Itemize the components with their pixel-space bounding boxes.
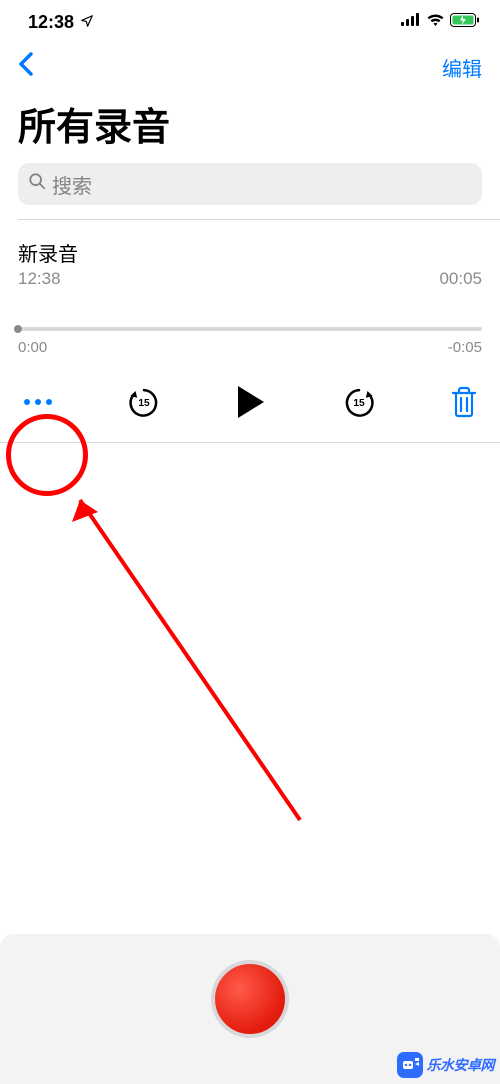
scrubber-thumb[interactable] <box>14 325 22 333</box>
wifi-icon <box>426 13 445 32</box>
search-placeholder: 搜索 <box>52 170 92 199</box>
skip-back-button[interactable]: 15 <box>127 385 161 419</box>
back-button[interactable] <box>18 52 34 82</box>
location-icon <box>80 12 94 33</box>
delete-button[interactable] <box>450 386 478 418</box>
watermark-text: 乐水安卓网 <box>427 1055 495 1075</box>
recording-duration: 00:05 <box>439 269 482 289</box>
playback-controls: 15 15 <box>0 362 500 442</box>
recording-meta: 12:38 00:05 <box>18 269 482 289</box>
recording-item[interactable]: 新录音 12:38 00:05 <box>0 220 500 289</box>
remaining-time: -0:05 <box>448 339 482 356</box>
page-title: 所有录音 <box>0 96 500 151</box>
recording-time: 12:38 <box>18 269 61 289</box>
status-time: 12:38 <box>28 12 74 33</box>
play-button[interactable] <box>235 384 267 420</box>
battery-icon <box>450 13 480 32</box>
elapsed-time: 0:00 <box>18 339 47 356</box>
recording-title: 新录音 <box>18 238 482 267</box>
scrubber-track[interactable] <box>18 327 482 331</box>
more-options-button[interactable] <box>24 399 52 405</box>
watermark-badge-icon <box>397 1052 423 1078</box>
cellular-icon <box>401 13 421 31</box>
search-container: 搜索 <box>0 151 500 219</box>
edit-button[interactable]: 编辑 <box>442 53 482 82</box>
play-icon <box>235 384 267 420</box>
status-left: 12:38 <box>28 12 94 33</box>
scrubber-labels: 0:00 -0:05 <box>18 339 482 356</box>
search-input[interactable]: 搜索 <box>18 163 482 205</box>
skip-forward-icon: 15 <box>342 385 376 419</box>
status-bar: 12:38 <box>0 0 500 44</box>
nav-bar: 编辑 <box>0 44 500 90</box>
record-button[interactable] <box>211 960 289 1038</box>
search-icon <box>28 172 46 196</box>
more-icon <box>24 399 52 405</box>
divider <box>0 442 500 443</box>
svg-text:15: 15 <box>353 398 365 409</box>
scrubber[interactable]: 0:00 -0:05 <box>0 289 500 362</box>
trash-icon <box>450 386 478 418</box>
skip-back-icon: 15 <box>127 385 161 419</box>
annotation-arrow <box>50 460 330 840</box>
status-right <box>401 13 480 32</box>
watermark: 乐水安卓网 <box>397 1052 495 1078</box>
svg-text:15: 15 <box>138 398 150 409</box>
skip-forward-button[interactable]: 15 <box>342 385 376 419</box>
